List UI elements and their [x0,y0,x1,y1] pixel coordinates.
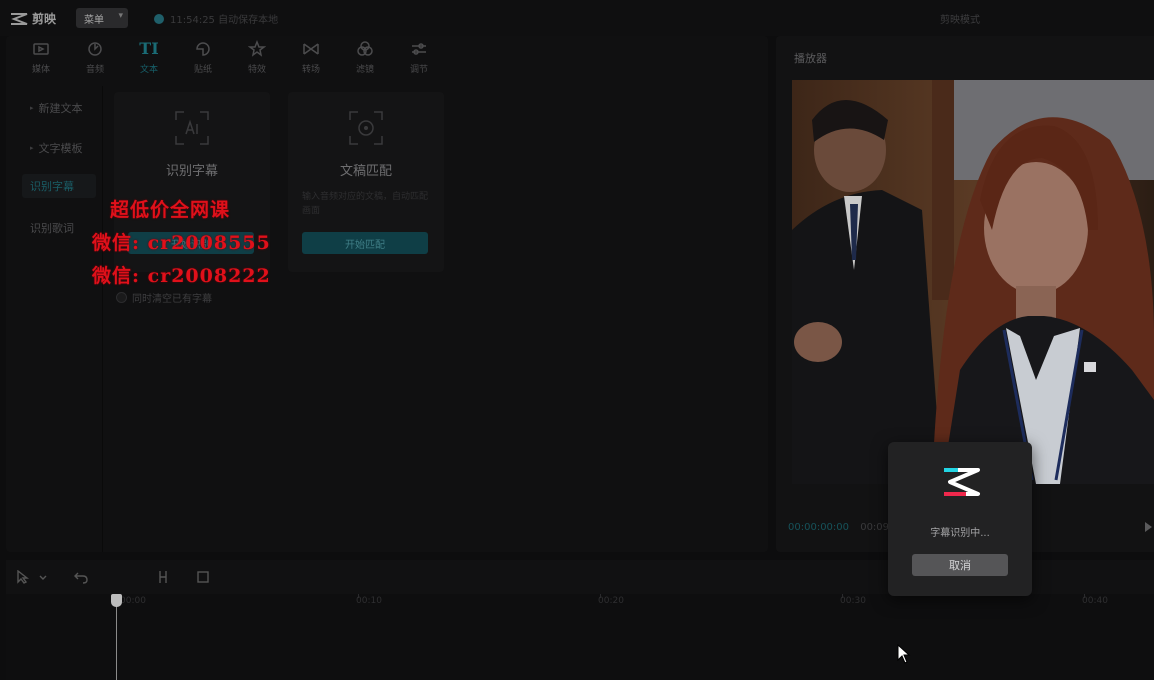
tab-label: 滤镜 [355,65,374,75]
play-icon[interactable] [1145,522,1152,532]
video-frame [792,80,1154,484]
app-name: 剪映 [32,12,57,26]
autosave-status: 11:54:25 自动保存本地 [154,11,278,26]
mouse-cursor-icon [897,644,911,664]
autosave-icon [154,13,164,24]
delete-button[interactable] [194,568,212,586]
tab-text[interactable]: TI 文本 [126,40,172,80]
timeline-tick-label: 00:00 [120,596,146,606]
playhead-line[interactable] [116,604,117,680]
category-tabs: 媒体 音频 TI 文本 贴纸 特效 转场 滤镜 调节 [6,36,768,80]
tab-label: 特效 [247,65,266,75]
card-title: 识别字幕 [165,164,218,179]
sidebar-item-label: 文字模板 [38,142,83,155]
tab-label: 转场 [301,65,320,75]
start-match-button[interactable]: 开始匹配 [302,232,428,254]
chevron-down-icon [39,575,47,580]
tab-label: 调节 [409,65,428,75]
capcut-logo-icon [11,12,28,25]
mode-title: 剪映模式 [940,15,980,26]
editor-window: 剪映 菜单 ▾ 11:54:25 自动保存本地 剪映模式 媒体 音频 TI 文本 [0,0,1154,680]
tab-filter[interactable]: 滤镜 [342,40,388,80]
audio-icon [88,42,102,56]
watermark-overlay: 超低价全网课 微信: cr2008555 微信: cr2008222 [92,194,271,293]
tab-effects[interactable]: 特效 [234,40,280,80]
watermark-line: 微信: cr2008555 [92,232,271,254]
timeline-tick-label: 00:30 [840,596,866,606]
undo-button[interactable] [72,568,90,586]
timeline-track-area[interactable]: 00:00 00:10 00:20 00:30 00:40 [6,594,1154,680]
caret-right-icon: ▸ [30,144,34,152]
sidebar-item-label: 新建文本 [38,102,83,115]
tab-label: 媒体 [31,65,50,75]
menu-button[interactable]: 菜单 ▾ [76,8,128,28]
sidebar-item-text-template[interactable]: ▸ 文字模板 [22,136,96,160]
tab-adjust[interactable]: 调节 [396,40,442,80]
capcut-logo-icon [944,468,980,496]
effects-icon [248,40,266,57]
sidebar-item-recognize-subtitles[interactable]: 识别字幕 [22,174,96,198]
tab-label: 贴纸 [193,65,212,75]
playhead-handle[interactable] [111,594,122,607]
tab-label: 音频 [85,65,104,75]
resource-panel: 媒体 音频 TI 文本 贴纸 特效 转场 滤镜 调节 ▸ 新建文本 ▸ 文字模板… [6,36,768,552]
split-icon [159,571,167,583]
menu-button-label: 菜单 [84,14,104,26]
tab-media[interactable]: 媒体 [18,40,64,80]
sidebar-item-label: 识别歌词 [30,222,74,235]
text-sidenav: ▸ 新建文本 ▸ 文字模板 识别字幕 识别歌词 [6,86,103,552]
undo-icon [74,572,88,584]
dialog-status-text: 字幕识别中... [930,528,990,539]
tab-label: 文本 [139,65,158,75]
select-tool-button[interactable] [14,568,32,586]
transition-icon [303,43,319,55]
caret-right-icon: ▸ [30,104,34,112]
watermark-line: 超低价全网课 [110,199,231,221]
tab-audio[interactable]: 音频 [72,40,118,80]
timeline-tick-label: 00:20 [598,596,624,606]
app-logo: 剪映 [10,10,56,27]
top-bar: 剪映 菜单 ▾ 11:54:25 自动保存本地 剪映模式 [0,0,1154,36]
tab-transition[interactable]: 转场 [288,40,334,80]
filter-icon [357,41,373,56]
card-description: 输入音频对应的文稿，自动匹配画面 [302,192,429,216]
sidebar-item-recognize-lyrics[interactable]: 识别歌词 [22,216,96,240]
text-icon: TI [139,39,159,58]
timeline-tick-label: 00:40 [1082,596,1108,606]
sticker-icon [196,42,210,56]
player-title: 播放器 [794,52,827,65]
script-match-icon [349,111,383,145]
delete-icon [197,571,209,583]
cursor-arrow-icon [17,570,30,584]
adjust-icon [412,43,426,55]
sidebar-item-label: 识别字幕 [30,180,74,193]
media-icon [33,43,49,55]
autosave-text: 11:54:25 自动保存本地 [170,15,279,26]
recognition-progress-dialog: 字幕识别中... 取消 [888,442,1032,596]
script-match-card: 文稿匹配 输入音频对应的文稿，自动匹配画面 开始匹配 [288,92,444,272]
watermark-line: 微信: cr2008222 [92,265,271,287]
cancel-button[interactable]: 取消 [912,554,1008,576]
chevron-down-icon: ▾ [118,11,123,21]
sidebar-item-new-text[interactable]: ▸ 新建文本 [22,96,96,120]
video-preview[interactable] [792,80,1154,484]
subtitle-recognize-icon [175,111,209,145]
current-time: 00:00:00:00 [788,522,850,533]
split-button[interactable] [154,568,172,586]
card-title: 文稿匹配 [339,164,392,179]
checkbox[interactable] [116,292,127,303]
tab-sticker[interactable]: 贴纸 [180,40,226,80]
timeline-tick-label: 00:10 [356,596,382,606]
select-mode-dropdown[interactable] [34,568,52,586]
